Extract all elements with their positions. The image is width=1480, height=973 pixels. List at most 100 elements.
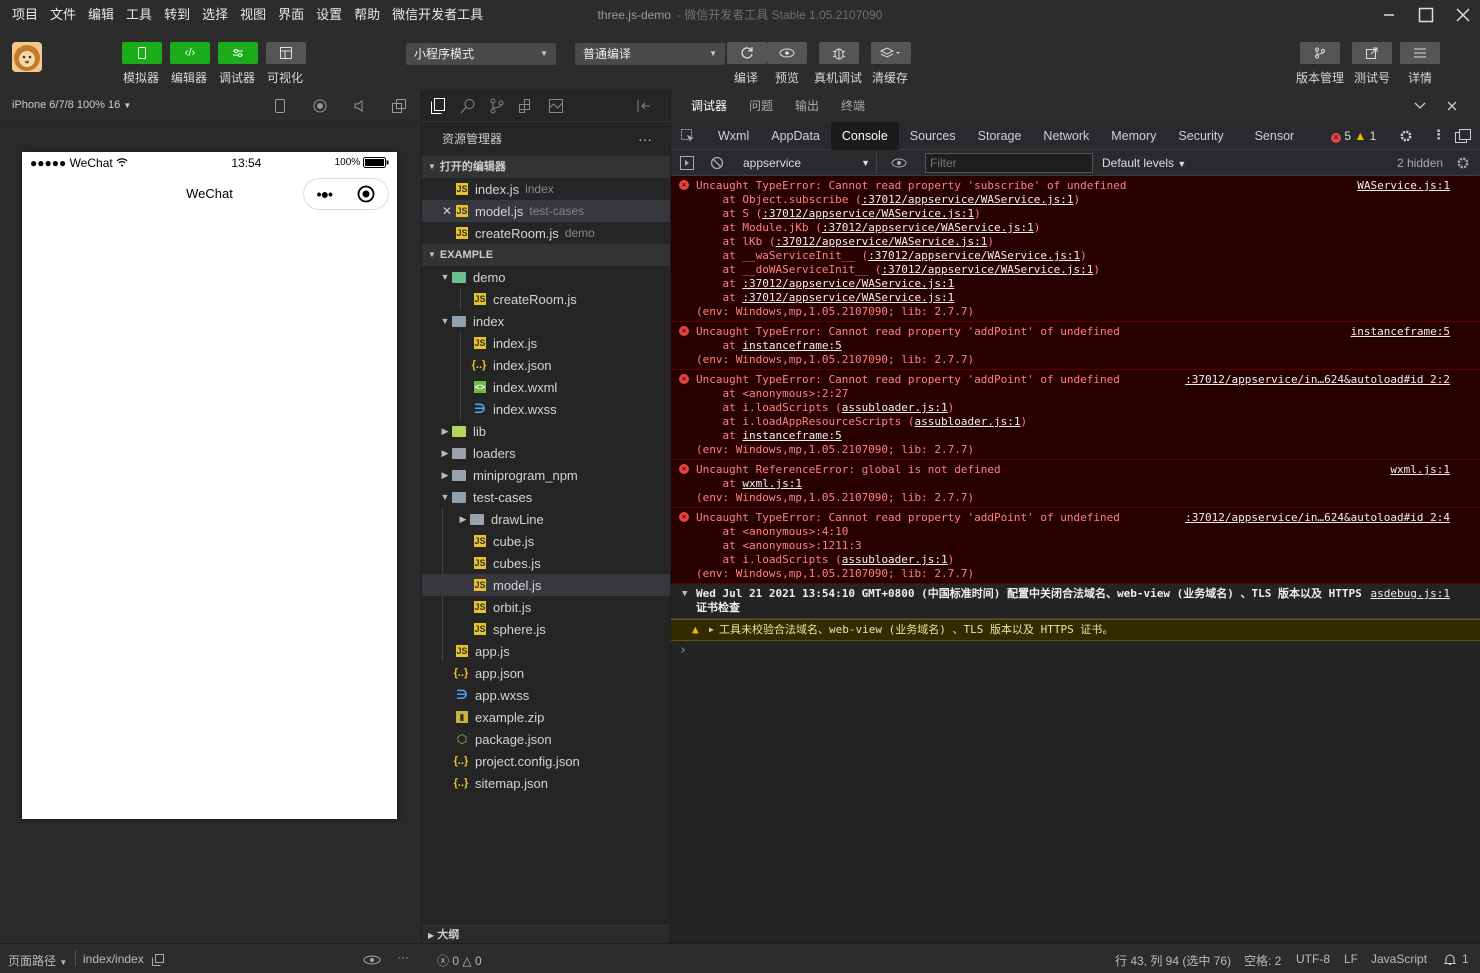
menu-select[interactable]: 选择	[196, 0, 234, 30]
tree-file[interactable]: JS index.js	[422, 332, 670, 354]
stack-link[interactable]: assubloader.js:1	[842, 401, 948, 414]
tab-appdata[interactable]: AppData	[760, 122, 831, 150]
menu-settings[interactable]: 设置	[310, 0, 348, 30]
tree-file[interactable]: JS sphere.js	[422, 618, 670, 640]
maximize-button[interactable]	[1415, 4, 1437, 26]
expand-triangle-icon[interactable]: ▼	[682, 587, 687, 601]
problems-counter[interactable]: ⓧ 0 △ 0	[437, 952, 482, 969]
eye-icon[interactable]	[363, 955, 381, 965]
tab-console[interactable]: Console	[830, 121, 899, 150]
cursor-position[interactable]: 行 43, 列 94 (选中 76)	[1115, 952, 1231, 969]
more-actions-icon[interactable]: ···	[638, 122, 652, 156]
close-editor-icon[interactable]: ✕	[442, 204, 456, 218]
close-capsule-icon[interactable]	[357, 185, 375, 203]
console-settings-gear-icon[interactable]	[1456, 156, 1470, 170]
stack-link[interactable]: :37012/appservice/WAService.js:1	[742, 291, 954, 304]
context-select[interactable]: appservice ▼	[737, 153, 877, 173]
tree-file[interactable]: {..} index.json	[422, 354, 670, 376]
compile-button[interactable]	[727, 42, 767, 64]
stack-link[interactable]: :37012/appservice/WAService.js:1	[822, 221, 1034, 234]
indent-spaces[interactable]: 空格: 2	[1244, 952, 1281, 969]
tree-file[interactable]: {..} app.json	[422, 662, 670, 684]
tree-folder-miniprogram-npm[interactable]: ▶ miniprogram_npm	[422, 464, 670, 486]
stack-link[interactable]: assubloader.js:1	[842, 553, 948, 566]
version-management-button[interactable]	[1300, 42, 1340, 64]
visual-toggle-button[interactable]	[266, 42, 306, 64]
project-header[interactable]: ▼ EXAMPLE	[422, 244, 670, 266]
tab-security[interactable]: Security	[1167, 122, 1234, 150]
source-link[interactable]: :37012/appservice/in…624&autoload#id 2:4	[1185, 511, 1450, 525]
volume-icon[interactable]	[353, 99, 367, 113]
console-filter-input[interactable]	[925, 153, 1093, 173]
copy-icon[interactable]	[152, 954, 164, 966]
stack-link[interactable]: :37012/appservice/WAService.js:1	[762, 207, 974, 220]
live-expression-eye-icon[interactable]	[891, 158, 907, 168]
tab-storage[interactable]: Storage	[967, 122, 1033, 150]
stack-link[interactable]: :37012/appservice/WAService.js:1	[881, 263, 1093, 276]
compile-mode-select[interactable]: 普通编译 ▼	[575, 43, 725, 65]
device-select[interactable]: iPhone 6/7/8 100% 16 ▼	[12, 99, 131, 111]
tab-problems[interactable]: 问题	[738, 90, 784, 122]
tab-debugger[interactable]: 调试器	[671, 90, 738, 122]
preview-button[interactable]	[767, 42, 807, 64]
editor-toggle-button[interactable]: ‹/›	[170, 42, 210, 64]
tree-file[interactable]: <> index.wxml	[422, 376, 670, 398]
more-vertical-icon[interactable]: ⋮	[1432, 127, 1445, 143]
language-mode[interactable]: JavaScript	[1371, 952, 1427, 966]
tree-file[interactable]: ∋ index.wxss	[422, 398, 670, 420]
menu-edit[interactable]: 编辑	[82, 0, 120, 30]
tree-file[interactable]: JS cube.js	[422, 530, 670, 552]
tree-file[interactable]: ▮ example.zip	[422, 706, 670, 728]
stack-link[interactable]: :37012/appservice/WAService.js:1	[862, 193, 1074, 206]
log-levels-select[interactable]: Default levels ▼	[1102, 156, 1186, 170]
stack-link[interactable]: instanceframe:5	[742, 429, 841, 442]
gallery-icon[interactable]	[548, 98, 564, 114]
inspect-element-icon[interactable]	[681, 128, 695, 143]
open-editor-item[interactable]: JS createRoom.js demo	[422, 222, 670, 244]
tree-file[interactable]: {..} project.config.json	[422, 750, 670, 772]
close-panel-icon[interactable]	[1447, 101, 1457, 111]
menu-project[interactable]: 项目	[0, 0, 44, 30]
phone-screen[interactable]: ●●●●● WeChat 13:54 100% WeChat •●•	[22, 152, 397, 819]
menu-tools[interactable]: 工具	[120, 0, 158, 30]
tree-file[interactable]: JS createRoom.js	[422, 288, 670, 310]
chevron-down-icon[interactable]	[1414, 101, 1426, 111]
tab-network[interactable]: Network	[1032, 122, 1100, 150]
sidebar-toggle-icon[interactable]	[680, 156, 694, 170]
tab-terminal[interactable]: 终端	[830, 90, 876, 122]
details-button[interactable]	[1400, 42, 1440, 64]
page-path-select[interactable]: 页面路径 ▼	[8, 952, 67, 969]
real-device-debug-button[interactable]	[819, 42, 859, 64]
tab-output[interactable]: 输出	[784, 90, 830, 122]
tab-sources[interactable]: Sources	[899, 122, 967, 150]
tree-folder-lib[interactable]: ▶ lib	[422, 420, 670, 442]
menu-file[interactable]: 文件	[44, 0, 82, 30]
menu-view[interactable]: 视图	[234, 0, 272, 30]
menu-interface[interactable]: 界面	[272, 0, 310, 30]
stack-link[interactable]: :37012/appservice/WAService.js:1	[868, 249, 1080, 262]
tree-folder-index[interactable]: ▼ index	[422, 310, 670, 332]
test-number-button[interactable]	[1352, 42, 1392, 64]
close-window-button[interactable]	[1452, 4, 1474, 26]
debugger-toggle-button[interactable]	[218, 42, 258, 64]
stack-link[interactable]: assubloader.js:1	[915, 415, 1021, 428]
clear-cache-button[interactable]	[871, 42, 911, 64]
search-icon[interactable]	[460, 98, 476, 114]
tree-file[interactable]: ⬡ package.json	[422, 728, 670, 750]
tree-file[interactable]: {..} sitemap.json	[422, 772, 670, 794]
tree-file[interactable]: JS orbit.js	[422, 596, 670, 618]
files-icon[interactable]	[430, 97, 446, 114]
settings-gear-icon[interactable]	[1399, 129, 1413, 143]
dock-side-icon[interactable]	[1455, 129, 1471, 143]
phone-outline-icon[interactable]	[274, 99, 286, 113]
source-link[interactable]: asdebug.js:1	[1371, 587, 1450, 601]
tab-wxml[interactable]: Wxml	[707, 122, 760, 150]
mode-select[interactable]: 小程序模式 ▼	[406, 43, 556, 65]
tree-file-selected[interactable]: JS model.js	[422, 574, 670, 596]
tree-file[interactable]: JS cubes.js	[422, 552, 670, 574]
tab-sensor[interactable]: Sensor	[1235, 122, 1306, 150]
expand-triangle-icon[interactable]: ▶	[709, 623, 714, 637]
clear-console-icon[interactable]	[710, 156, 724, 170]
open-editors-header[interactable]: ▼ 打开的编辑器	[422, 156, 670, 178]
popout-window-icon[interactable]	[392, 99, 406, 113]
